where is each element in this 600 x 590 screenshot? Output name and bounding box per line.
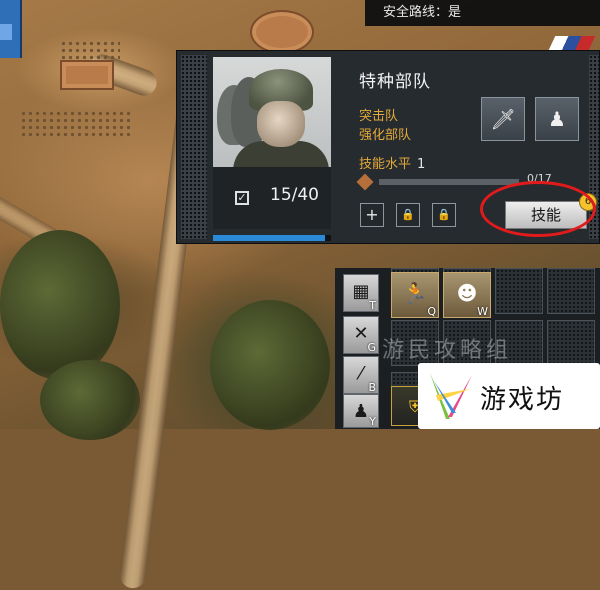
hotkey-label: T xyxy=(369,299,376,312)
health-fill xyxy=(213,235,326,241)
skill-level-label: 技能水平 xyxy=(359,157,412,172)
experience-bar xyxy=(379,179,519,185)
rifle-icon[interactable]: ⁄ B xyxy=(343,356,379,394)
skill-level-value: 1 xyxy=(417,157,426,172)
map-building xyxy=(60,60,114,90)
map-building xyxy=(250,10,314,54)
squad-info: ✓ 15/40 xyxy=(213,167,331,229)
skill-level: 技能水平 1 xyxy=(359,153,425,172)
plus-icon[interactable]: + xyxy=(360,203,384,227)
crossed-guns-icon[interactable]: ✕ G xyxy=(343,316,379,354)
nation-flag-icon xyxy=(548,36,596,50)
watermark: 游民攻略组 xyxy=(382,338,513,363)
safe-route-indicator: 安全路线：是 xyxy=(365,0,600,26)
knife-icon[interactable]: 🗡 xyxy=(481,97,525,141)
lock-icon[interactable]: 🔒 xyxy=(432,203,456,227)
logo-mark-icon xyxy=(430,373,472,419)
site-logo: 游戏坊 xyxy=(418,363,600,429)
map-ruins xyxy=(60,40,120,60)
soldier-portrait-icon[interactable]: ☻ W xyxy=(443,272,491,318)
unit-title: 特种部队 xyxy=(359,72,431,92)
unit-info-panel: ✓ 15/40 特种部队 突击队 强化部队 技能水平 1 0/17 🗡 ♟ + 🔒… xyxy=(176,50,600,244)
hotkey-label: Y xyxy=(369,415,376,428)
map-trees xyxy=(0,230,120,380)
panel-vent xyxy=(181,55,207,239)
unit-portrait[interactable] xyxy=(213,57,331,167)
highlight-circle xyxy=(480,181,596,237)
soldier-icon[interactable]: ♟ xyxy=(535,97,579,141)
map-trees xyxy=(210,300,330,430)
logo-text: 游戏坊 xyxy=(480,385,565,415)
hotkey-label: B xyxy=(368,381,376,394)
build-icon[interactable]: ▦ T xyxy=(343,274,379,312)
safe-route-label: 安全路线：是 xyxy=(383,5,462,20)
lock-icon[interactable]: 🔒 xyxy=(396,203,420,227)
hotkey-label: Q xyxy=(427,305,436,318)
checkbox-icon[interactable]: ✓ xyxy=(235,191,249,205)
unit-health-bar xyxy=(213,235,331,241)
unit-tag: 强化部队 xyxy=(359,128,412,143)
hotkey-label: W xyxy=(477,305,488,318)
map-trees xyxy=(40,360,140,440)
experience-icon xyxy=(356,173,374,191)
hotkey-label: G xyxy=(367,341,376,354)
faction-flag-icon xyxy=(0,0,22,58)
unit-tag: 突击队 xyxy=(359,109,399,124)
squad-icon[interactable]: ♟ Y xyxy=(343,394,379,428)
map-ruins xyxy=(20,110,130,140)
squad-count: 15/40 xyxy=(270,185,319,205)
soldier-crouch-icon[interactable]: 🏃 Q xyxy=(391,272,439,318)
